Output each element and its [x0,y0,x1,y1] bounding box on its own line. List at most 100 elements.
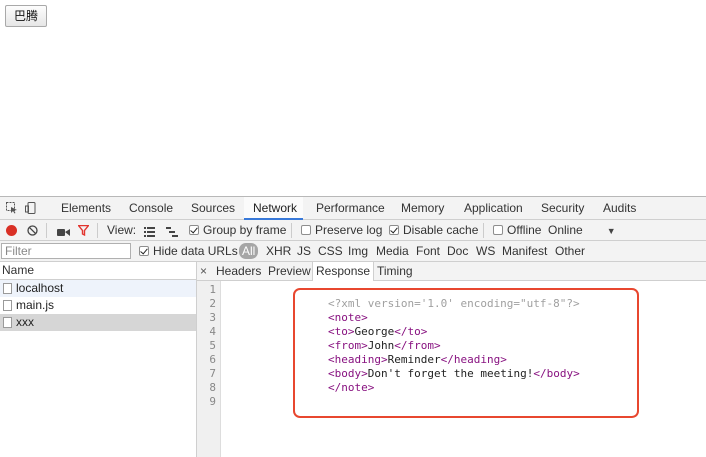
line-number: 8 [209,381,216,394]
code-line: </note> [328,381,580,395]
camera-icon[interactable] [57,226,70,240]
filter-type-manifest[interactable]: Manifest [502,244,547,259]
xml-tag: </body> [533,367,580,380]
clear-icon[interactable] [27,225,38,239]
device-toolbar-icon[interactable] [25,202,37,214]
code-line: <note> [328,311,580,325]
line-number-gutter: 1 2 3 4 5 6 7 8 9 [197,281,221,457]
request-detail-pane: × Headers Preview Response Timing 1 2 3 … [197,262,706,457]
request-row[interactable]: localhost [0,280,196,297]
xml-text: John [367,339,395,352]
toolbar-divider [483,223,484,238]
tab-headers[interactable]: Headers [216,262,261,281]
line-number: 3 [209,311,216,324]
filter-type-js[interactable]: JS [297,244,311,259]
document-icon [3,300,12,311]
group-by-frame-label: Group by frame [203,223,287,237]
request-row-selected[interactable]: xxx [0,314,196,331]
throttling-value: Online [548,223,583,237]
network-toolbar: View: Group by frame Preserve log Disabl… [0,220,706,241]
group-by-frame-checkbox[interactable]: Group by frame [189,223,286,238]
xml-text: Don't forget the meeting! [367,367,534,380]
document-icon [3,317,12,328]
line-number: 7 [209,367,216,380]
inspect-element-icon[interactable] [6,202,18,214]
xml-tag: </heading> [440,353,507,366]
checkbox-icon [389,225,399,235]
code-line: <to>George</to> [328,325,580,339]
request-name: xxx [16,315,34,329]
tab-sources[interactable]: Sources [191,197,235,220]
filter-type-all[interactable]: All [239,243,259,259]
line-number: 2 [209,297,216,310]
preserve-log-checkbox[interactable]: Preserve log [301,223,382,238]
xml-declaration: <?xml version='1.0' encoding="utf-8"?> [328,297,580,310]
line-number: 5 [209,339,216,352]
request-name: localhost [16,281,64,295]
response-body[interactable]: <?xml version='1.0' encoding="utf-8"?> <… [328,297,580,395]
toolbar-divider [46,223,47,238]
tab-timing[interactable]: Timing [377,262,413,281]
checkbox-icon [139,246,149,256]
filter-type-css[interactable]: CSS [318,244,343,259]
tab-preview[interactable]: Preview [268,262,311,281]
tab-application[interactable]: Application [464,197,523,220]
detail-tabbar: × Headers Preview Response Timing [197,262,706,281]
xml-text: George [354,325,395,338]
close-icon[interactable]: × [200,264,207,278]
code-line: <from>John</from> [328,339,580,353]
checkbox-icon [301,225,311,235]
waterfall-overview-icon[interactable] [166,226,178,240]
xml-tag: </note> [328,381,375,394]
xml-tag: </to> [394,325,428,338]
filter-type-font[interactable]: Font [416,244,440,259]
toolbar-divider [291,223,292,238]
request-row[interactable]: main.js [0,297,196,314]
disable-cache-label: Disable cache [403,223,479,237]
large-rows-icon[interactable] [144,226,155,240]
filter-type-media[interactable]: Media [376,244,409,259]
filter-bar: Hide data URLs All XHR JS CSS Img Media … [0,241,706,262]
filter-type-doc[interactable]: Doc [447,244,468,259]
name-column-header[interactable]: Name [0,262,196,280]
xml-tag: <note> [328,311,368,324]
xml-text: Reminder [387,353,441,366]
tab-elements[interactable]: Elements [61,197,111,220]
filter-input[interactable] [1,243,131,259]
filter-type-other[interactable]: Other [555,244,585,259]
devtools-tabbar: Elements Console Sources Network Perform… [0,197,706,220]
disable-cache-checkbox[interactable]: Disable cache [389,223,478,238]
dropdown-arrow-icon: ▼ [606,226,616,236]
filter-type-img[interactable]: Img [348,244,368,259]
line-number: 1 [209,283,216,296]
xml-tag: <from> [328,339,368,352]
tab-console[interactable]: Console [129,197,173,220]
filter-type-ws[interactable]: WS [476,244,495,259]
tab-audits[interactable]: Audits [603,197,636,220]
filter-type-xhr[interactable]: XHR [266,244,291,259]
checkbox-icon [189,225,199,235]
line-number: 4 [209,325,216,338]
record-icon[interactable] [6,225,17,236]
preserve-log-label: Preserve log [315,223,383,237]
view-label: View: [107,223,137,237]
tab-security[interactable]: Security [541,197,584,220]
filter-icon[interactable] [77,224,90,239]
checkbox-icon [493,225,503,235]
document-icon [3,283,12,294]
request-list: Name localhost main.js xxx [0,262,197,457]
tab-response[interactable]: Response [312,262,375,281]
line-number: 9 [209,395,216,408]
tab-performance[interactable]: Performance [316,197,385,220]
offline-checkbox[interactable]: Offline [493,223,541,238]
tab-network[interactable]: Network [244,197,304,220]
throttling-select[interactable]: Online ▼ [548,223,616,239]
request-name: main.js [16,298,55,312]
line-number: 6 [209,353,216,366]
tab-memory[interactable]: Memory [401,197,444,220]
hide-data-urls-checkbox[interactable]: Hide data URLs [139,244,238,259]
hide-data-urls-label: Hide data URLs [153,244,238,258]
code-line: <heading>Reminder</heading> [328,353,580,367]
page-button[interactable]: 巴腾 [5,5,48,27]
devtools-panel: Elements Console Sources Network Perform… [0,196,706,457]
